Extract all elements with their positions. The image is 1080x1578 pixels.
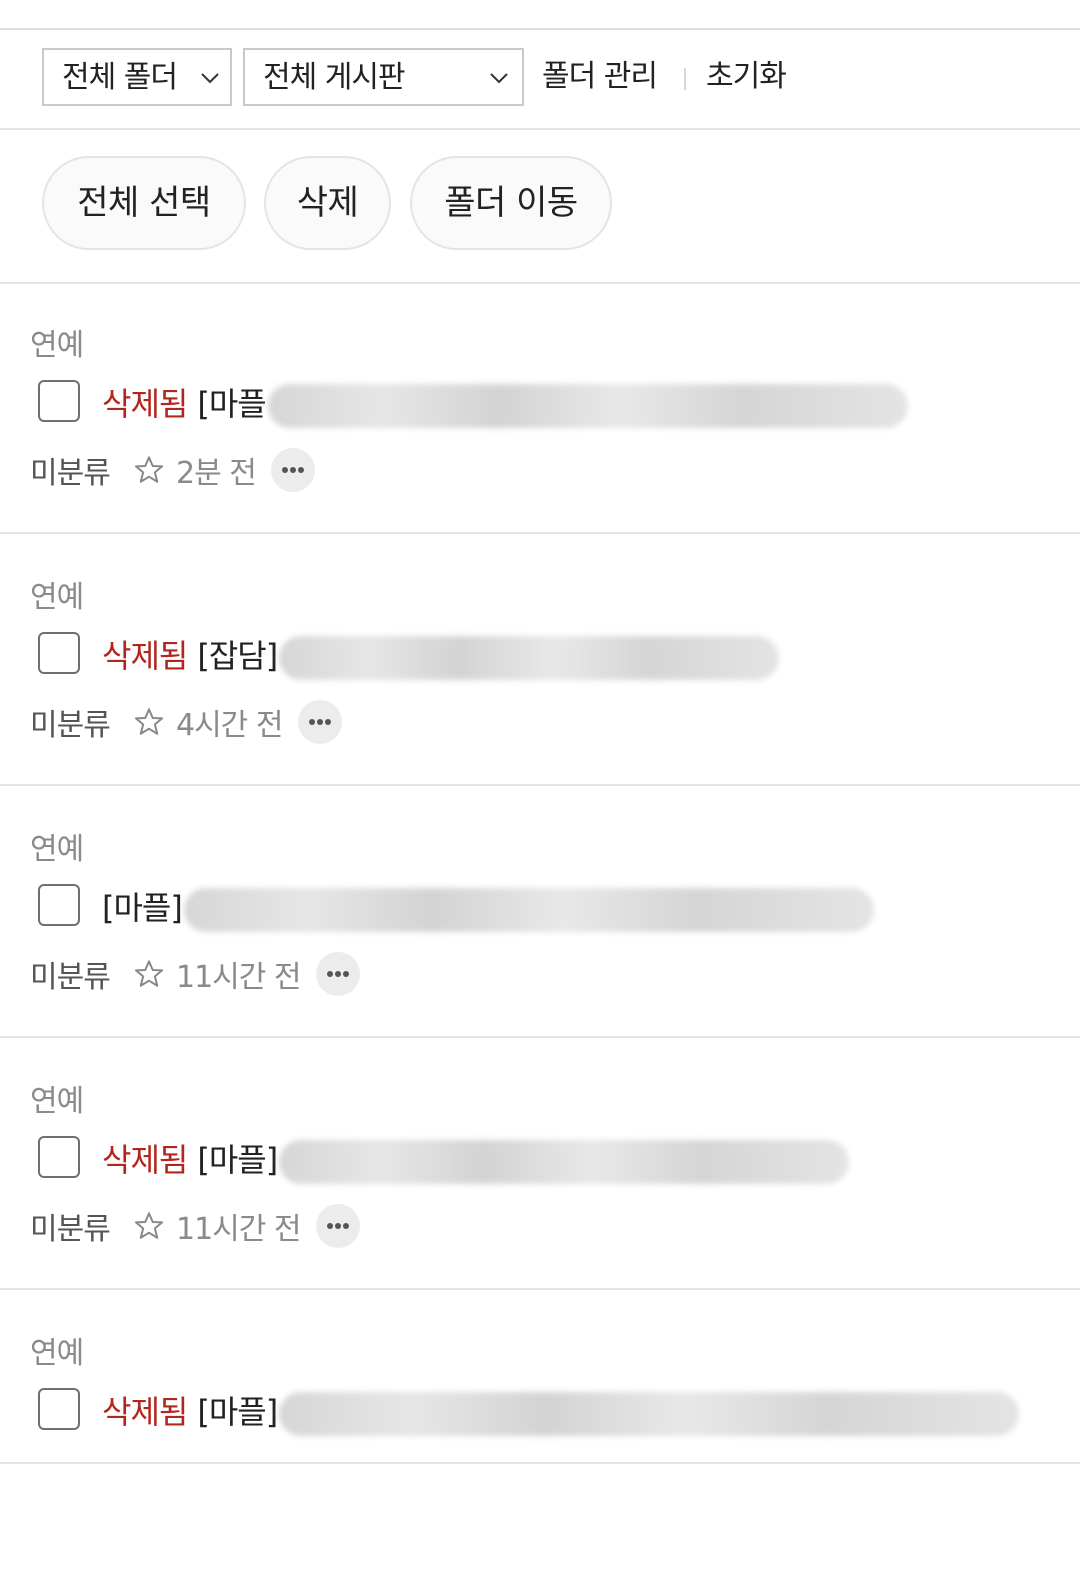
star-outline-icon[interactable] [133, 706, 165, 738]
list-item: 연예 삭제됨 [마플] 미분류 11시간 전 [0, 1038, 1080, 1290]
post-title[interactable]: 삭제됨 [마플] [102, 1390, 1020, 1436]
post-list: 연예 삭제됨 [마플 미분류 2분 전 연예 삭제됨 [잡담] 미분류 4시간 전 [0, 282, 1080, 1464]
post-meta: 미분류 11시간 전 [30, 1204, 360, 1250]
post-tag: [마플 [197, 385, 266, 423]
filter-bar: 전체 폴더 전체 게시판 폴더 관리 초기화 [0, 30, 1080, 130]
post-meta: 미분류 11시간 전 [30, 952, 360, 998]
post-folder: 미분류 [30, 708, 111, 743]
folder-manage-link[interactable]: 폴더 관리 [542, 52, 658, 102]
post-time: 11시간 전 [176, 960, 302, 995]
post-category: 연예 [30, 832, 84, 867]
post-time: 2분 전 [176, 456, 257, 491]
post-category: 연예 [30, 1084, 84, 1119]
post-time: 4시간 전 [176, 708, 283, 743]
select-all-button[interactable]: 전체 선택 [42, 156, 246, 250]
folder-select[interactable]: 전체 폴더 [42, 48, 232, 106]
post-checkbox[interactable] [38, 1136, 80, 1178]
move-folder-button[interactable]: 폴더 이동 [410, 156, 612, 250]
post-folder: 미분류 [30, 960, 111, 995]
list-item: 연예 [마플] 미분류 11시간 전 [0, 786, 1080, 1038]
post-folder: 미분류 [30, 456, 111, 491]
post-tag: [마플] [197, 1141, 278, 1179]
star-outline-icon[interactable] [133, 454, 165, 486]
link-separator [684, 68, 686, 90]
post-checkbox[interactable] [38, 884, 80, 926]
chevron-down-icon [490, 73, 508, 84]
more-horizontal-icon[interactable] [270, 448, 315, 492]
deleted-label: 삭제됨 [102, 1141, 188, 1179]
star-outline-icon[interactable] [133, 1210, 165, 1242]
redacted-title [279, 1392, 1020, 1436]
post-category: 연예 [30, 580, 84, 615]
redacted-title [267, 384, 908, 428]
delete-button[interactable]: 삭제 [264, 156, 391, 250]
reset-link[interactable]: 초기화 [706, 52, 787, 102]
post-title[interactable]: [마플] [102, 886, 874, 932]
action-bar: 전체 선택 삭제 폴더 이동 [0, 128, 1080, 284]
deleted-label: 삭제됨 [102, 385, 188, 423]
star-outline-icon[interactable] [133, 958, 165, 990]
board-select[interactable]: 전체 게시판 [243, 48, 524, 106]
post-title[interactable]: 삭제됨 [마플] [102, 1138, 850, 1184]
redacted-title [183, 888, 874, 932]
post-title[interactable]: 삭제됨 [잡담] [102, 634, 780, 680]
list-item: 연예 삭제됨 [마플] [0, 1290, 1080, 1464]
post-checkbox[interactable] [38, 632, 80, 674]
post-category: 연예 [30, 328, 84, 363]
post-tag: [마플] [102, 889, 183, 927]
post-tag: [잡담] [197, 637, 278, 675]
more-horizontal-icon[interactable] [297, 700, 342, 744]
post-title[interactable]: 삭제됨 [마플 [102, 382, 908, 428]
board-select-label: 전체 게시판 [263, 60, 406, 95]
deleted-label: 삭제됨 [102, 637, 188, 675]
post-category: 연예 [30, 1336, 84, 1371]
redacted-title [279, 636, 780, 680]
post-checkbox[interactable] [38, 380, 80, 422]
post-checkbox[interactable] [38, 1388, 80, 1430]
list-item: 연예 삭제됨 [마플 미분류 2분 전 [0, 282, 1080, 534]
deleted-label: 삭제됨 [102, 1393, 188, 1431]
chevron-down-icon [201, 73, 219, 84]
post-meta: 미분류 2분 전 [30, 448, 315, 494]
post-time: 11시간 전 [176, 1212, 302, 1247]
folder-select-label: 전체 폴더 [62, 60, 178, 95]
post-folder: 미분류 [30, 1212, 111, 1247]
redacted-title [279, 1140, 850, 1184]
more-horizontal-icon[interactable] [315, 952, 360, 996]
post-meta: 미분류 4시간 전 [30, 700, 342, 746]
post-tag: [마플] [197, 1393, 278, 1431]
more-horizontal-icon[interactable] [315, 1204, 360, 1248]
list-item: 연예 삭제됨 [잡담] 미분류 4시간 전 [0, 534, 1080, 786]
